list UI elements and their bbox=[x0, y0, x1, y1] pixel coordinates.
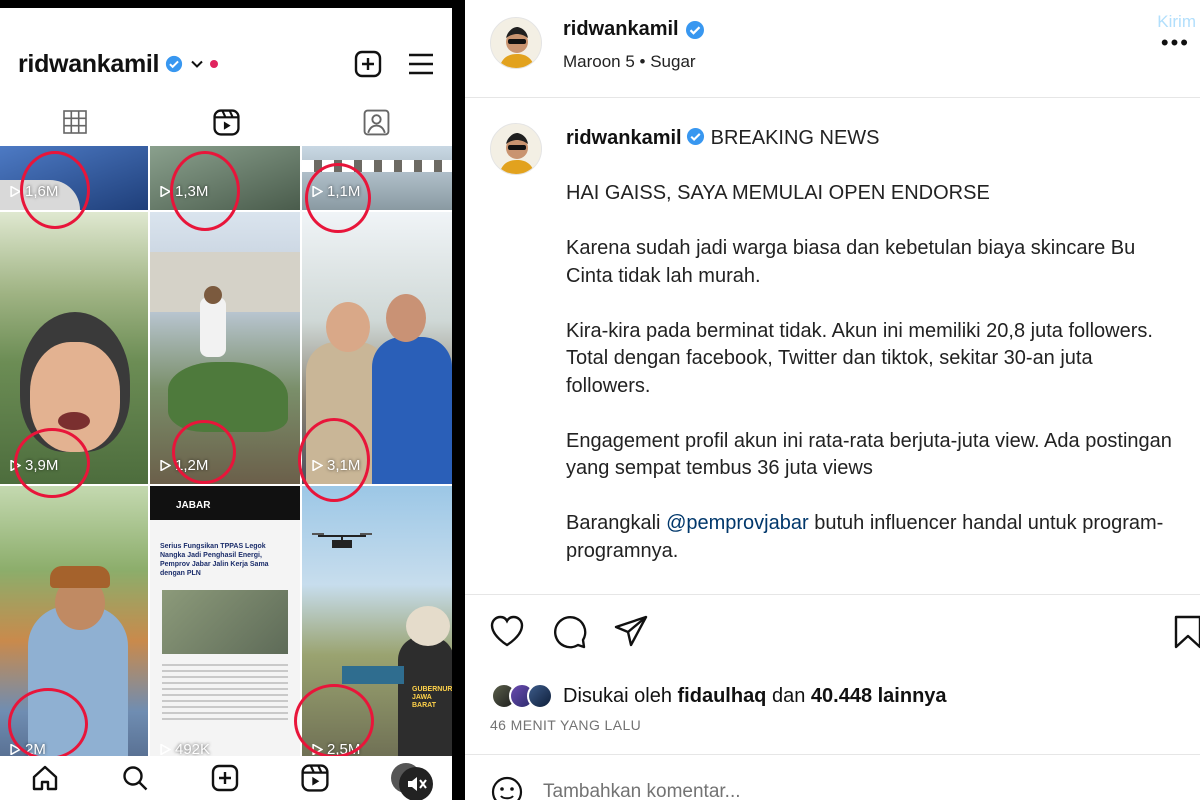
reel-thumbnail[interactable]: 1,3M bbox=[150, 146, 300, 210]
reel-views: 1,3M bbox=[160, 183, 208, 200]
reel-thumbnail[interactable]: 3,9M bbox=[0, 212, 148, 484]
news-brand: JABAR bbox=[176, 500, 211, 511]
comment-bar: Tambahkan komentar... bbox=[491, 772, 1200, 800]
caption-paragraph: Engagement profil akun ini rata-rata ber… bbox=[566, 429, 1172, 480]
post-author[interactable]: ridwankamil bbox=[563, 18, 705, 41]
avatar-image bbox=[491, 124, 541, 174]
home-icon[interactable] bbox=[31, 764, 59, 792]
profile-username: ridwankamil bbox=[18, 49, 160, 78]
verified-icon bbox=[166, 55, 183, 73]
divider bbox=[465, 594, 1200, 595]
create-icon[interactable] bbox=[211, 764, 239, 792]
reels-icon[interactable] bbox=[301, 764, 329, 792]
verified-icon bbox=[685, 20, 704, 39]
bottom-nav bbox=[0, 756, 452, 800]
profile-header: ridwankamil bbox=[18, 46, 434, 82]
save-icon[interactable] bbox=[1173, 614, 1200, 650]
avatar[interactable] bbox=[490, 123, 542, 175]
tagged-icon bbox=[363, 109, 390, 135]
reels-grid: 1,6M 1,3M 1,1M 3,9M 1,2M 3,1M 2M JABAR S… bbox=[0, 146, 452, 768]
likes-row: Disukai oleh fidaulhaq dan 40.448 lainny… bbox=[491, 680, 947, 712]
send-comment-button[interactable]: Kirim bbox=[1157, 12, 1196, 32]
play-icon bbox=[160, 744, 171, 755]
liked-by-user[interactable]: fidaulhaq bbox=[678, 685, 767, 707]
reel-thumbnail[interactable]: 3,1M bbox=[302, 212, 452, 484]
play-icon bbox=[312, 186, 323, 197]
play-icon bbox=[312, 744, 323, 755]
badge-label: GUBERNUR JAWA BARAT bbox=[412, 686, 452, 709]
post-actions bbox=[489, 614, 1200, 654]
reel-views: 1,1M bbox=[312, 183, 360, 200]
avatar-image bbox=[491, 18, 541, 68]
play-icon bbox=[10, 186, 21, 197]
reel-views: 3,9M bbox=[10, 457, 58, 474]
menu-icon[interactable] bbox=[408, 53, 434, 75]
verified-icon bbox=[686, 127, 704, 146]
reel-views: 1,2M bbox=[160, 457, 208, 474]
avatar[interactable] bbox=[490, 17, 542, 69]
play-icon bbox=[312, 460, 323, 471]
reels-icon bbox=[212, 108, 240, 136]
post-caption: ridwankamil BREAKING NEWS HAI GAISS, SAYA… bbox=[566, 125, 1176, 593]
play-icon bbox=[10, 460, 21, 471]
share-icon[interactable] bbox=[613, 614, 649, 650]
reel-views: 3,1M bbox=[312, 457, 360, 474]
caption-title: BREAKING NEWS bbox=[710, 127, 880, 149]
chevron-down-icon[interactable] bbox=[190, 57, 204, 71]
divider bbox=[465, 97, 1200, 98]
play-icon bbox=[160, 460, 171, 471]
mention-link[interactable]: @pemprovjabar bbox=[666, 512, 809, 534]
search-icon[interactable] bbox=[121, 764, 149, 792]
create-post-icon[interactable] bbox=[354, 50, 382, 78]
profile-tabs bbox=[0, 100, 452, 144]
likes-count[interactable]: 40.448 lainnya bbox=[811, 685, 947, 707]
reel-thumbnail[interactable]: 1,1M bbox=[302, 146, 452, 210]
play-icon bbox=[10, 744, 21, 755]
emoji-icon[interactable] bbox=[491, 776, 523, 800]
caption-paragraph: Karena sudah jadi warga biasa dan kebetu… bbox=[566, 237, 1136, 287]
reel-thumbnail-news[interactable]: JABAR Serius Fungsikan TPPAS Legok Nangk… bbox=[150, 486, 300, 768]
drone-icon bbox=[312, 533, 372, 548]
grid-icon bbox=[63, 110, 88, 134]
post-music[interactable]: Maroon 5 • Sugar bbox=[563, 52, 696, 72]
more-options-icon[interactable]: ••• bbox=[1161, 30, 1190, 56]
post-author-name[interactable]: ridwankamil bbox=[563, 18, 679, 41]
comment-input[interactable]: Tambahkan komentar... bbox=[543, 781, 741, 800]
post-timestamp[interactable]: 46 MENIT YANG LALU bbox=[490, 717, 641, 733]
liker-avatar[interactable] bbox=[527, 683, 553, 709]
reel-thumbnail[interactable]: 2M bbox=[0, 486, 148, 768]
post-panel: ridwankamil Maroon 5 • Sugar ••• ridwank… bbox=[465, 0, 1200, 800]
news-headline: Serius Fungsikan TPPAS Legok Nangka Jadi… bbox=[160, 543, 269, 577]
reel-thumbnail[interactable]: 1,2M bbox=[150, 212, 300, 484]
notification-dot bbox=[210, 60, 219, 68]
caption-username[interactable]: ridwankamil bbox=[566, 127, 682, 149]
caption-paragraph: HAI GAISS, SAYA MEMULAI OPEN ENDORSE bbox=[566, 182, 990, 204]
comment-icon[interactable] bbox=[552, 614, 588, 650]
likes-text: Disukai oleh fidaulhaq dan 40.448 lainny… bbox=[563, 684, 947, 707]
profile-icon[interactable] bbox=[391, 763, 433, 800]
phone-screen: ridwankamil 1,6M 1,3M 1,1M 3,9M 1,2M 3,1… bbox=[0, 8, 452, 800]
play-icon bbox=[160, 186, 171, 197]
mute-icon[interactable] bbox=[399, 767, 433, 800]
reel-views: 1,6M bbox=[10, 183, 58, 200]
profile-screenshot: ridwankamil 1,6M 1,3M 1,1M 3,9M 1,2M 3,1… bbox=[0, 0, 465, 800]
reel-thumbnail[interactable]: 1,6M bbox=[0, 146, 148, 210]
tab-reels[interactable] bbox=[151, 100, 302, 144]
tab-tagged[interactable] bbox=[301, 100, 452, 144]
caption-paragraph-last: Barangkali @pemprovjabar butuh influence… bbox=[566, 512, 1164, 562]
divider bbox=[465, 754, 1200, 755]
caption-paragraph: Kira-kira pada berminat tidak. Akun ini … bbox=[566, 319, 1153, 397]
like-icon[interactable] bbox=[489, 614, 525, 648]
tab-grid[interactable] bbox=[0, 100, 151, 144]
reel-thumbnail[interactable]: GUBERNUR JAWA BARAT 2,5M bbox=[302, 486, 452, 768]
